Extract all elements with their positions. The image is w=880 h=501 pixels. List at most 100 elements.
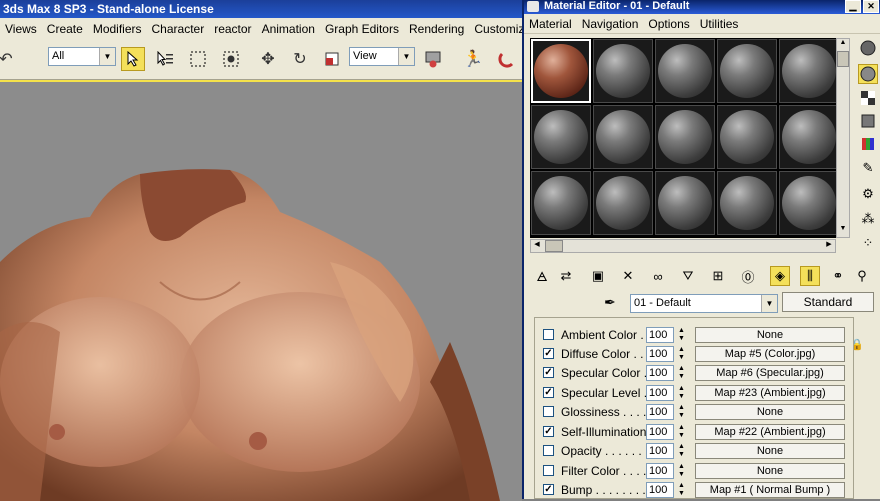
scroll-right-icon[interactable]: ▶ [823, 240, 835, 252]
sample-slot[interactable] [655, 105, 715, 169]
render-icon[interactable] [421, 47, 445, 71]
me-menu-material[interactable]: Material [524, 17, 577, 31]
select-rotate-icon[interactable]: ↻ [288, 47, 312, 71]
map-enable-checkbox[interactable] [543, 465, 554, 476]
sample-type-icon[interactable] [858, 38, 878, 58]
map-enable-checkbox[interactable]: ✓ [543, 426, 554, 437]
scroll-thumb[interactable] [545, 240, 563, 252]
map-amount-field[interactable]: 100 [646, 424, 674, 440]
map-amount-field[interactable]: 100 [646, 482, 674, 498]
select-scale-icon[interactable] [320, 47, 344, 71]
go-to-parent-icon[interactable]: ⫼ [800, 266, 820, 286]
scroll-thumb[interactable] [837, 51, 849, 67]
map-button[interactable]: None [695, 443, 845, 459]
map-enable-checkbox[interactable] [543, 445, 554, 456]
sample-slot[interactable] [655, 39, 715, 103]
put-to-library-icon[interactable]: ⛛ [678, 266, 698, 286]
select-by-name-icon[interactable] [153, 47, 177, 71]
sample-slot[interactable] [593, 105, 653, 169]
rectangular-selection-icon[interactable] [186, 47, 210, 71]
scroll-down-icon[interactable]: ▼ [837, 225, 849, 237]
backlight-icon[interactable] [858, 64, 878, 84]
map-button[interactable]: None [695, 463, 845, 479]
make-unique-icon[interactable]: ∞ [648, 266, 668, 286]
scroll-left-icon[interactable]: ◀ [531, 240, 543, 252]
material-type-button[interactable]: Standard [782, 292, 874, 312]
make-preview-icon[interactable]: ✎ [858, 158, 878, 178]
map-button[interactable]: None [695, 327, 845, 343]
show-end-result-icon[interactable]: ◈ [770, 266, 790, 286]
me-menu-options[interactable]: Options [643, 17, 694, 31]
menu-views[interactable]: Views [0, 22, 42, 36]
map-button[interactable]: None [695, 404, 845, 420]
map-amount-field[interactable]: 100 [646, 443, 674, 459]
sample-slot[interactable] [779, 39, 839, 103]
me-menu-utilities[interactable]: Utilities [695, 17, 744, 31]
eyedropper-icon[interactable]: ✒ [604, 294, 624, 312]
sample-slot[interactable] [593, 39, 653, 103]
map-button[interactable]: Map #5 (Color.jpg) [695, 346, 845, 362]
map-button[interactable]: Map #23 (Ambient.jpg) [695, 385, 845, 401]
map-amount-field[interactable]: 100 [646, 404, 674, 420]
sample-slot[interactable] [717, 39, 777, 103]
map-amount-field[interactable]: 100 [646, 346, 674, 362]
menu-rendering[interactable]: Rendering [404, 22, 469, 36]
menu-animation[interactable]: Animation [257, 22, 320, 36]
menu-create[interactable]: Create [42, 22, 88, 36]
magnet-snap-icon[interactable] [495, 47, 519, 71]
window-crossing-icon[interactable] [219, 47, 243, 71]
spinner-icon[interactable]: ▲ ▼ [677, 424, 686, 440]
map-enable-checkbox[interactable] [543, 329, 554, 340]
perspective-viewport[interactable] [0, 80, 522, 501]
spinner-icon[interactable]: ▲ ▼ [677, 365, 686, 381]
sample-slot[interactable] [717, 105, 777, 169]
map-amount-field[interactable]: 100 [646, 365, 674, 381]
spinner-icon[interactable]: ▲ ▼ [677, 346, 686, 362]
background-icon[interactable] [858, 88, 878, 108]
map-amount-field[interactable]: 100 [646, 463, 674, 479]
material-name-field[interactable]: 01 - Default ▼ [630, 294, 778, 313]
put-to-scene-icon[interactable]: ⇄ [556, 266, 576, 286]
spinner-icon[interactable]: ▲ ▼ [677, 385, 686, 401]
menu-reactor[interactable]: reactor [209, 22, 256, 36]
reset-map-icon[interactable]: ✕ [618, 266, 638, 286]
spinner-icon[interactable]: ▲ ▼ [677, 443, 686, 459]
sample-slot[interactable] [717, 171, 777, 235]
slot-horizontal-scrollbar[interactable]: ◀ ▶ [530, 239, 836, 253]
close-icon[interactable]: ✕ [863, 0, 879, 13]
selection-filter-dropdown[interactable]: All ▼ [48, 47, 116, 66]
map-enable-checkbox[interactable] [543, 406, 554, 417]
map-enable-checkbox[interactable]: ✓ [543, 367, 554, 378]
menu-modifiers[interactable]: Modifiers [88, 22, 147, 36]
reference-coord-dropdown[interactable]: View ▼ [349, 47, 415, 66]
select-move-icon[interactable]: ✥ [256, 47, 280, 71]
select-by-material-icon[interactable]: ⁂ [858, 209, 878, 229]
map-button[interactable]: Map #22 (Ambient.jpg) [695, 424, 845, 440]
map-amount-field[interactable]: 100 [646, 385, 674, 401]
select-object-icon[interactable] [121, 47, 145, 71]
menu-customize[interactable]: Customize [469, 22, 522, 36]
sample-slot[interactable] [655, 171, 715, 235]
sample-slot[interactable] [531, 39, 591, 103]
menu-character[interactable]: Character [147, 22, 210, 36]
spinner-icon[interactable]: ▲ ▼ [677, 482, 686, 498]
map-enable-checkbox[interactable]: ✓ [543, 348, 554, 359]
video-color-check-icon[interactable] [858, 134, 878, 154]
spinner-icon[interactable]: ▲ ▼ [677, 463, 686, 479]
sample-slot[interactable] [779, 105, 839, 169]
map-amount-field[interactable]: 100 [646, 327, 674, 343]
get-material-icon[interactable]: 🜁 [532, 266, 552, 286]
slot-vertical-scrollbar[interactable]: ▲ ▼ [836, 38, 850, 238]
undo-icon[interactable]: ↶ [0, 47, 18, 71]
assign-to-selection-icon[interactable]: ▣ [588, 266, 608, 286]
go-forward-to-sibling-icon[interactable]: ⚭ [828, 266, 848, 286]
spinner-icon[interactable]: ▲ ▼ [677, 404, 686, 420]
spinner-icon[interactable]: ▲ ▼ [677, 327, 686, 343]
me-menu-navigation[interactable]: Navigation [577, 17, 644, 31]
map-button[interactable]: Map #1 ( Normal Bump ) [695, 482, 845, 498]
sample-slot[interactable] [593, 171, 653, 235]
sample-uv-tiling-icon[interactable] [858, 111, 878, 131]
walk-icon[interactable]: 🏃 [461, 47, 485, 71]
show-map-in-viewport-icon[interactable]: ⓪ [738, 266, 758, 286]
pick-material-icon[interactable]: ⚲ [852, 266, 872, 286]
